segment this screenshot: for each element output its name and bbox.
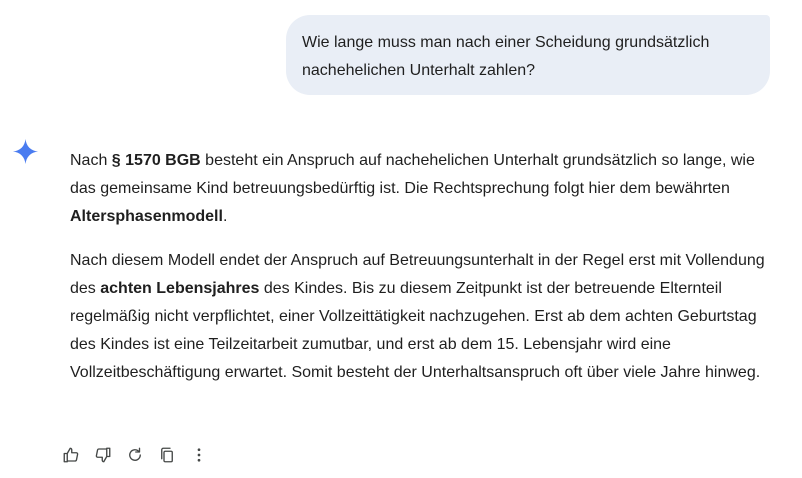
refresh-icon (129, 447, 141, 461)
response-actions-bar (60, 443, 220, 467)
chat-page: Wie lange muss man nach einer Scheidung … (0, 0, 802, 478)
user-message-line-2: nachehelichen Unterhalt zahlen? (302, 62, 536, 79)
thumbs-up-button[interactable] (60, 444, 82, 466)
user-message-line-1: Wie lange muss man nach einer Scheidung … (302, 34, 710, 51)
more-options-button[interactable] (188, 444, 210, 466)
response-paragraph-2: Nach diesem Modell endet der Anspruch au… (70, 247, 770, 387)
p2-bold-1: achten Lebensjahres (100, 280, 260, 297)
user-message-bubble: Wie lange muss man nach einer Scheidung … (286, 15, 770, 95)
thumbs-up-icon (63, 447, 79, 463)
p1-bold-2: Altersphasenmodell (70, 208, 223, 225)
thumbs-down-button[interactable] (92, 444, 114, 466)
assistant-response: Nach § 1570 BGB besteht ein Anspruch auf… (70, 147, 770, 403)
gemini-spark-icon (12, 138, 39, 165)
copy-icon (161, 447, 173, 463)
thumbs-down-icon (95, 447, 111, 463)
p1-text-3: . (222, 208, 228, 225)
more-vert-icon (197, 448, 201, 462)
copy-button[interactable] (156, 444, 178, 466)
p1-text-1: Nach (70, 152, 112, 169)
p1-bold-1: § 1570 BGB (111, 152, 201, 169)
response-paragraph-1: Nach § 1570 BGB besteht ein Anspruch auf… (70, 147, 770, 231)
regenerate-button[interactable] (124, 444, 146, 466)
